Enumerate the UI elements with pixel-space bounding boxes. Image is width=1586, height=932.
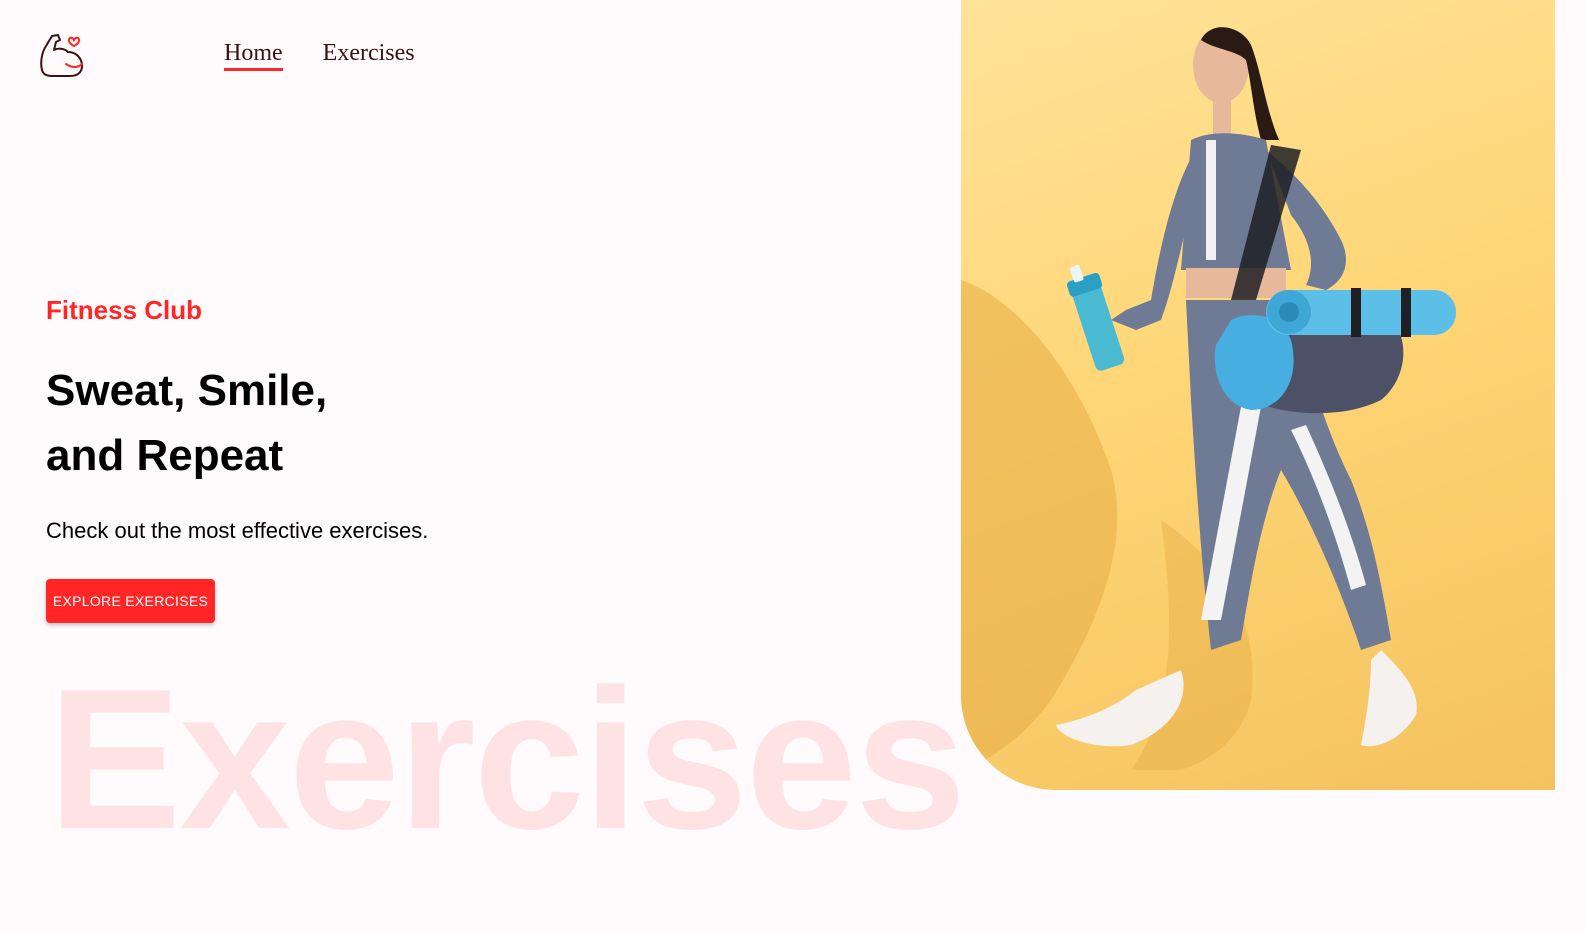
fitness-woman-illustration — [961, 27, 1456, 770]
main-nav: Home Exercises — [224, 40, 415, 71]
hero-subtitle: Check out the most effective exercises. — [46, 518, 429, 543]
hero-banner-image — [961, 0, 1555, 790]
hero-title: Sweat, Smile, and Repeat — [46, 358, 746, 488]
hero-title-line-2: and Repeat — [46, 431, 284, 480]
nav-exercises-link[interactable]: Exercises — [323, 40, 415, 67]
nav-home-link[interactable]: Home — [224, 40, 283, 71]
flexed-arm-heart-icon[interactable] — [36, 30, 86, 80]
hero-tagline: Fitness Club — [46, 295, 203, 325]
explore-exercises-button[interactable]: EXPLORE EXERCISES — [46, 579, 215, 623]
hero-section: Fitness Club Sweat, Smile, and Repeat Ch… — [46, 292, 746, 546]
background-watermark-text: Exercises — [48, 648, 966, 871]
hero-title-line-1: Sweat, Smile, — [46, 366, 328, 415]
